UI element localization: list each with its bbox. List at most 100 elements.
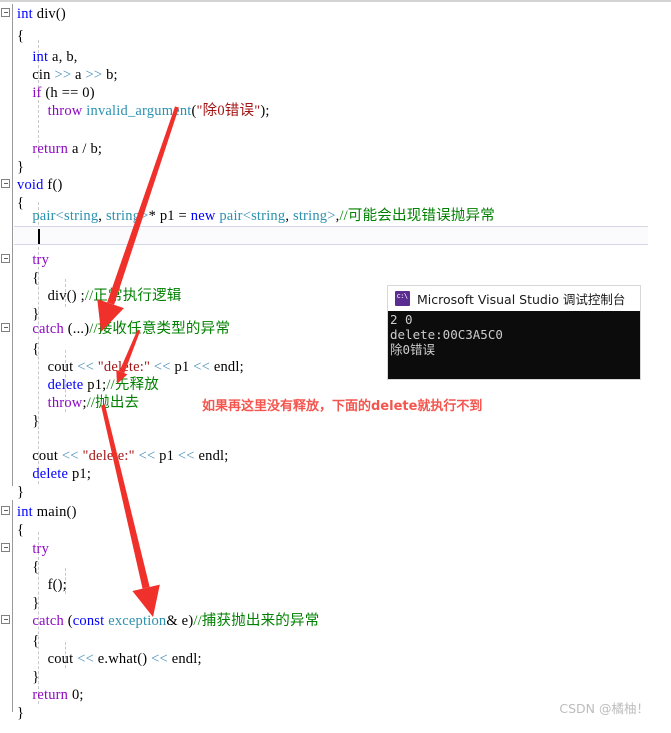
- code-token-op: >: [327, 208, 336, 224]
- code-token-plain: cin: [17, 67, 55, 83]
- code-token-type: string: [292, 208, 328, 224]
- code-token-plain: ,: [285, 208, 293, 224]
- code-token-plain: p1: [170, 359, 194, 375]
- code-token-comment: //捕获抛出来的异常: [193, 613, 320, 629]
- code-line[interactable]: }: [17, 412, 39, 430]
- code-token-plain: {: [17, 28, 25, 44]
- code-token-op: <<: [193, 359, 210, 375]
- csdn-watermark: CSDN @橘柚！: [559, 701, 649, 716]
- code-token-plain: p1;: [83, 377, 107, 393]
- code-line[interactable]: delete p1;//先释放: [17, 376, 159, 394]
- code-token-ctrl: throw: [47, 103, 83, 119]
- code-line[interactable]: }: [17, 483, 24, 501]
- code-token-kw: int: [17, 6, 33, 22]
- code-line[interactable]: {: [17, 340, 39, 358]
- code-token-plain: endl;: [194, 448, 229, 464]
- code-line[interactable]: }: [17, 594, 39, 612]
- code-token-type: string: [64, 208, 99, 224]
- code-line[interactable]: throw invalid_argument("除0错误");: [17, 102, 270, 120]
- code-line[interactable]: int a, b,: [17, 48, 78, 66]
- code-line[interactable]: {: [17, 521, 24, 539]
- fold-collapse-marker[interactable]: [1, 254, 10, 263]
- code-line[interactable]: }: [17, 158, 24, 176]
- code-line[interactable]: catch (const exception& e)//捕获抛出来的异常: [17, 612, 319, 630]
- code-token-plain: div() ;: [17, 288, 85, 304]
- code-token-kw: new: [190, 208, 216, 224]
- code-token-kw: int: [17, 504, 33, 520]
- fold-collapse-marker[interactable]: [1, 615, 10, 624]
- code-line[interactable]: return 0;: [17, 686, 84, 704]
- code-line[interactable]: div() ;//正常执行逻辑: [17, 287, 182, 305]
- code-token-plain: a, b,: [48, 49, 78, 65]
- code-line[interactable]: cout << "delete:" << p1 << endl;: [17, 358, 244, 376]
- code-token-plain: e.what(): [93, 651, 152, 667]
- code-token-op: <<: [153, 359, 171, 375]
- code-token-plain: (h == 0): [41, 85, 95, 101]
- code-line[interactable]: int div(): [17, 5, 66, 23]
- code-line[interactable]: void f(): [17, 176, 63, 194]
- red-annotation-note: 如果再这里没有释放，下面的delete就执行不到: [202, 399, 483, 414]
- code-token-type: string: [105, 208, 141, 224]
- debug-console-window[interactable]: Microsoft Visual Studio 调试控制台 2 0delete:…: [388, 286, 640, 379]
- code-line[interactable]: catch (...)//接收任意类型的异常: [17, 320, 230, 338]
- gutter-separator: [12, 176, 13, 486]
- code-line[interactable]: cin >> a >> b;: [17, 66, 118, 84]
- code-token-plain: }: [17, 413, 40, 429]
- code-token-str: "除0错误": [196, 103, 261, 119]
- code-line[interactable]: try: [17, 540, 49, 558]
- fold-collapse-marker[interactable]: [1, 543, 10, 552]
- code-line[interactable]: }: [17, 704, 24, 722]
- code-line[interactable]: cout << e.what() << endl;: [17, 650, 202, 668]
- code-token-plain: }: [17, 484, 25, 500]
- code-line[interactable]: }: [17, 668, 39, 686]
- code-token-plain: * p1 =: [148, 208, 191, 224]
- code-token-comment: //抛出去: [86, 395, 140, 411]
- code-line[interactable]: pair<string, string>* p1 = new pair<stri…: [17, 207, 495, 225]
- code-line[interactable]: {: [17, 632, 39, 650]
- console-output-area: 2 0 delete:00C3A5C0 除0错误: [388, 311, 640, 379]
- code-line[interactable]: try: [17, 251, 49, 269]
- code-line[interactable]: if (h == 0): [17, 84, 95, 102]
- fold-collapse-marker[interactable]: [1, 179, 10, 188]
- code-token-plain: }: [17, 669, 40, 685]
- fold-collapse-marker[interactable]: [1, 323, 10, 332]
- code-token-plain: {: [17, 341, 40, 357]
- console-output-line: delete:00C3A5C0: [390, 327, 503, 342]
- code-token-comment: //正常执行逻辑: [84, 288, 182, 304]
- code-line[interactable]: int main(): [17, 503, 77, 521]
- code-token-str: "delete:": [82, 448, 135, 464]
- code-token-plain: cout: [17, 651, 78, 667]
- code-token-plain: (: [63, 613, 73, 629]
- code-token-plain: }: [17, 159, 25, 175]
- code-line[interactable]: throw;//抛出去: [17, 394, 139, 412]
- code-token-ctrl: catch: [32, 613, 64, 629]
- code-line[interactable]: {: [17, 269, 39, 287]
- code-line[interactable]: {: [17, 558, 39, 576]
- code-token-ctrl: try: [32, 541, 50, 557]
- code-token-kw: void: [17, 177, 44, 193]
- fold-collapse-marker[interactable]: [1, 506, 10, 515]
- code-line[interactable]: return a / b;: [17, 140, 102, 158]
- code-line[interactable]: delete p1;: [17, 465, 91, 483]
- code-token-plain: );: [260, 103, 270, 119]
- code-token-ctrl: if: [32, 85, 42, 101]
- code-line[interactable]: {: [17, 27, 24, 45]
- code-token-plain: cout: [17, 359, 78, 375]
- fold-collapse-marker[interactable]: [1, 8, 10, 17]
- current-line-highlight: [14, 226, 648, 245]
- console-title-label: Microsoft Visual Studio 调试控制台: [417, 292, 626, 307]
- code-line[interactable]: cout << "delete:" << p1 << endl;: [17, 447, 229, 465]
- code-token-plain: endl;: [167, 651, 202, 667]
- code-line[interactable]: f();: [17, 576, 67, 594]
- code-token-plain: a / b;: [68, 141, 103, 157]
- console-output-line: 除0错误: [390, 342, 436, 357]
